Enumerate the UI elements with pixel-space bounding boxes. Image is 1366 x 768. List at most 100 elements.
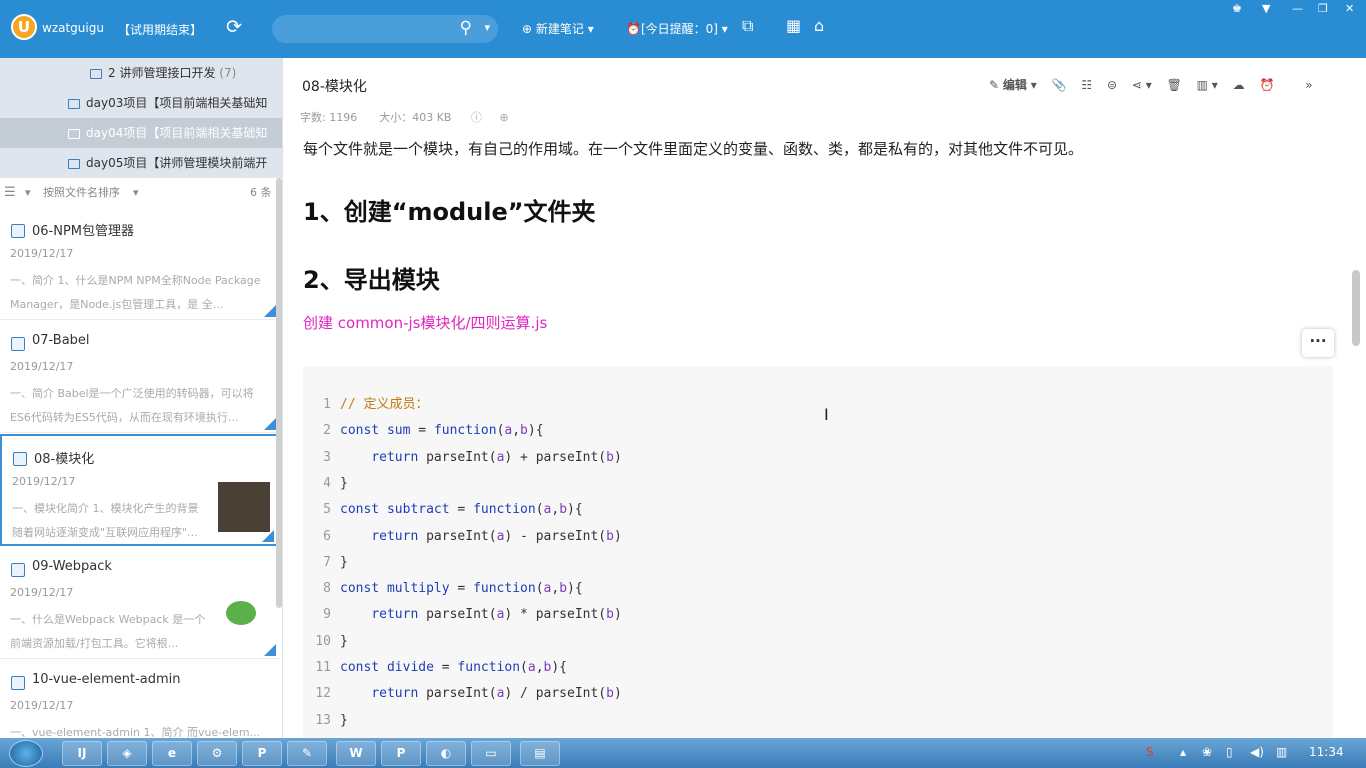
network-taskbar-icon[interactable]: ⚙ (197, 741, 237, 766)
note-list-item[interactable]: 06-NPM包管理器 2019/12/17 一、简介 1、什么是NPM NPM全… (0, 208, 280, 320)
attachment-icon[interactable]: 📎 (1052, 78, 1067, 92)
line-number: 7 (323, 554, 331, 570)
info-icon[interactable]: ⓘ (471, 111, 482, 124)
sidebar-scrollbar[interactable] (276, 178, 282, 608)
minimize-icon[interactable]: — (1292, 2, 1303, 15)
trial-status-label[interactable]: 【试用期结束】 (118, 21, 202, 38)
code-line[interactable]: 8 const multiply = function(a,b){ (303, 576, 1333, 602)
code-line[interactable]: 13} (303, 708, 1333, 734)
grid-icon[interactable]: ▦ (786, 17, 801, 35)
code-block[interactable]: 1 // 定义成员： 2 const sum = function(a,b){3 re… (303, 366, 1333, 738)
tool-taskbar-icon[interactable]: ✎ (287, 741, 327, 766)
note-icon (11, 224, 25, 238)
wiz-taskbar-icon[interactable]: ◐ (426, 741, 466, 766)
new-note-button[interactable]: ⊕ 新建笔记 ▾ (522, 20, 594, 37)
browser-taskbar-icon[interactable]: e (152, 741, 192, 766)
note-title: 06-NPM包管理器 (32, 224, 135, 239)
note-list-item-selected[interactable]: 08-模块化 2019/12/17 一、模块化简介 1、模块化产生的背景 随着网… (0, 434, 280, 546)
tree-item-day05[interactable]: day05项目【讲师管理模块前端开 (0, 148, 282, 178)
word-taskbar-icon[interactable]: W (336, 741, 376, 766)
note-date: 2019/12/17 (10, 360, 74, 373)
list-icon[interactable]: ☰ (4, 178, 16, 208)
cloud-icon[interactable]: ☁ (1233, 78, 1245, 92)
code-text: } (340, 475, 348, 491)
share-icon[interactable]: ⋖ ▾ (1132, 78, 1152, 92)
close-icon[interactable]: ✕ (1345, 2, 1354, 15)
code-line[interactable]: 5 const subtract = function(a,b){ (303, 497, 1333, 523)
code-line[interactable]: 3 return parseInt(a) + parseInt(b) (303, 445, 1333, 471)
powerpoint-taskbar-icon[interactable]: P (381, 741, 421, 766)
note-title: 09-Webpack (32, 559, 112, 574)
tray-expand-icon[interactable]: ▴ (1180, 745, 1186, 759)
code-line[interactable]: 11 const divide = function(a,b){ (303, 655, 1333, 681)
network-icon[interactable]: ▥ (1276, 745, 1287, 759)
corner-marker-icon (264, 644, 276, 656)
explorer-taskbar-icon[interactable]: ▤ (520, 741, 560, 766)
add-tag-icon[interactable]: ⊕ (499, 111, 508, 124)
code-line[interactable]: 6 return parseInt(a) - parseInt(b) (303, 524, 1333, 550)
line-number: 3 (323, 449, 331, 465)
code-line[interactable]: 4} (303, 471, 1333, 497)
reading-mode-icon[interactable]: ▥ ▾ (1197, 78, 1218, 92)
more-options-button[interactable]: ··· (1302, 329, 1334, 357)
volume-icon[interactable]: ◀) (1250, 745, 1264, 759)
code-text: return parseInt(a) * parseInt(b) (371, 607, 622, 623)
code-text: const divide = function(a,b){ (340, 660, 568, 675)
app-logo-icon[interactable]: U (11, 14, 37, 40)
menu-icon[interactable]: ▼ (1262, 2, 1270, 15)
tray-device-icon[interactable]: ▯ (1226, 745, 1233, 759)
code-line[interactable]: 12 return parseInt(a) / parseInt(b) (303, 681, 1333, 707)
tree-item-day03[interactable]: day03项目【项目前端相关基础知 (0, 88, 282, 118)
code-text: } (340, 633, 348, 649)
note-excerpt: 一、模块化简介 1、模块化产生的背景 随着网站逐渐变成"互联网应用程序"... (12, 502, 199, 539)
intellij-taskbar-icon[interactable]: IJ (62, 741, 102, 766)
input-method-icon[interactable]: S (1146, 745, 1154, 759)
sort-bar[interactable]: ☰ ▾ 按照文件名排序 ▾ 6 条 (0, 178, 282, 208)
username-label[interactable]: wzatguigu (42, 21, 104, 35)
note-title: 10-vue-element-admin (32, 672, 181, 687)
line-number: 12 (315, 686, 331, 702)
maximize-icon[interactable]: ❐ (1318, 2, 1328, 15)
note-list-item[interactable]: 09-Webpack 2019/12/17 一、什么是Webpack Webpa… (0, 547, 280, 659)
reminder-button[interactable]: ⏰[今日提醒：0] ▾ (626, 20, 728, 37)
code-line[interactable]: 10} (303, 629, 1333, 655)
tray-app-icon[interactable]: ❀ (1202, 745, 1212, 759)
chevron-down-icon[interactable]: ▾ (25, 178, 31, 208)
code-line[interactable]: 7} (303, 550, 1333, 576)
note-list-item[interactable]: 07-Babel 2019/12/17 一、简介 Babel是一个广泛使用的转码… (0, 321, 280, 433)
search-icon[interactable]: ⚲ (460, 18, 472, 38)
p-app-taskbar-icon[interactable]: P (242, 741, 282, 766)
home-icon[interactable]: ⌂ (814, 17, 824, 35)
clock[interactable]: 11:34 (1309, 745, 1344, 759)
note-icon (11, 337, 25, 351)
code-text: const multiply = function(a,b){ (340, 581, 583, 597)
delete-icon[interactable]: 🗑 (1167, 78, 1182, 92)
editor-scrollbar[interactable] (1352, 270, 1360, 346)
note-icon (11, 563, 25, 577)
tree-item-lecturer-api[interactable]: 2 讲师管理接口开发 (7) (0, 58, 282, 88)
comment-icon[interactable]: ☷ (1081, 78, 1092, 92)
line-number: 2 (323, 423, 331, 439)
alarm-icon[interactable]: ⏰ (1259, 78, 1274, 92)
chevron-down-icon[interactable]: ▾ (484, 21, 490, 34)
edit-button[interactable]: ✎ 编辑 ▾ (989, 76, 1037, 93)
title-bar: U wzatguigu 【试用期结束】 ⟳ ⚲ ▾ ⊕ 新建笔记 ▾ ⏰[今日提… (0, 0, 1366, 58)
note-title-heading[interactable]: 08-模块化 (302, 76, 367, 96)
code-line[interactable]: 9 return parseInt(a) * parseInt(b) (303, 602, 1333, 628)
skin-icon[interactable]: ♚ (1232, 2, 1242, 15)
search-box[interactable]: ⚲ ▾ (272, 15, 498, 43)
code-line[interactable]: 1 // 定义成员： (303, 392, 1333, 418)
start-button[interactable] (9, 740, 43, 767)
code-text: return parseInt(a) / parseInt(b) (371, 686, 622, 702)
history-icon[interactable]: ⊜ (1107, 78, 1117, 92)
code-line[interactable]: 2 const sum = function(a,b){ (303, 418, 1333, 444)
note-thumbnail (218, 482, 270, 532)
vscode-taskbar-icon[interactable]: ◈ (107, 741, 147, 766)
console-taskbar-icon[interactable]: ▭ (471, 741, 511, 766)
window-icon[interactable]: ⧉ (742, 17, 753, 35)
note-list-item[interactable]: 10-vue-element-admin 2019/12/17 一、vue-el… (0, 660, 280, 738)
tree-item-day04[interactable]: day04项目【项目前端相关基础知 (0, 118, 282, 148)
expand-icon[interactable]: » (1305, 78, 1312, 92)
sort-chevron-icon[interactable]: ▾ (133, 178, 139, 208)
sync-icon[interactable]: ⟳ (226, 17, 242, 37)
